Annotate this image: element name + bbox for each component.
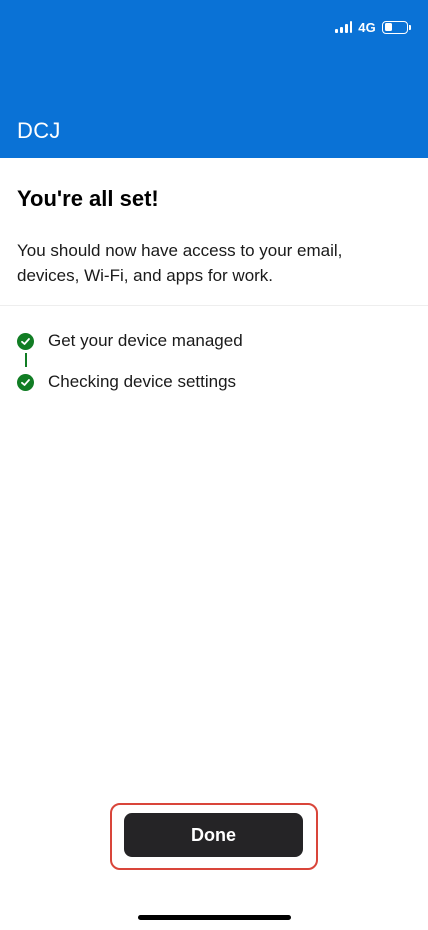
app-screen: 4G DCJ You're all set! You should now ha… xyxy=(0,0,428,930)
page-description: You should now have access to your email… xyxy=(17,241,343,285)
page-title: You're all set! xyxy=(17,186,159,211)
step-connector xyxy=(25,353,27,367)
step-label: Get your device managed xyxy=(48,331,243,350)
step-label: Checking device settings xyxy=(48,372,237,391)
network-type: 4G xyxy=(358,19,376,35)
divider xyxy=(0,305,428,306)
step-item: Get your device managed xyxy=(17,330,243,352)
step-item: Checking device settings xyxy=(17,371,236,393)
organization-title: DCJ xyxy=(17,118,61,143)
done-button[interactable]: Done xyxy=(124,813,303,857)
battery-icon xyxy=(382,20,411,34)
cellular-signal-icon xyxy=(335,21,353,33)
status-bar: 4G xyxy=(335,16,411,38)
check-circle-icon xyxy=(17,332,34,350)
battery-level xyxy=(384,23,392,31)
check-circle-icon xyxy=(17,373,34,391)
app-header: 4G DCJ xyxy=(0,0,428,158)
home-indicator[interactable] xyxy=(138,915,291,920)
